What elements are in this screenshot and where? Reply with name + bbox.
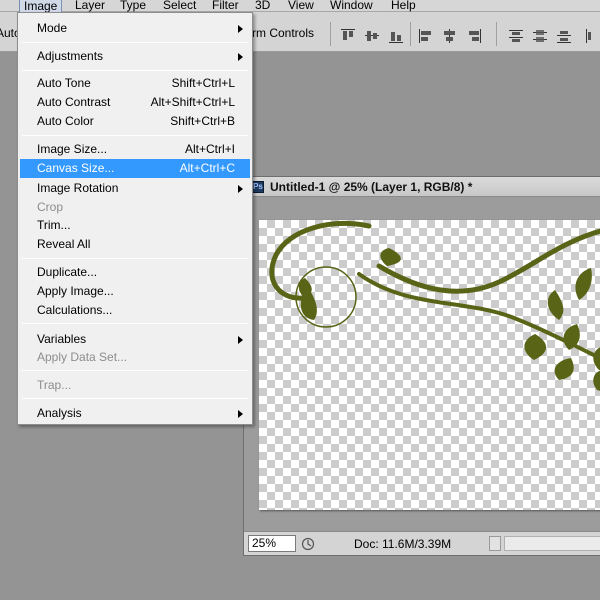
menu-item-image-size[interactable]: Image Size... Alt+Ctrl+I	[20, 140, 250, 159]
align-horizontal-centers-icon[interactable]	[442, 28, 458, 44]
menu-item-label: Auto Color	[37, 114, 94, 128]
menu-item-label: Apply Data Set...	[37, 350, 128, 364]
document-status-bar: 25% Doc: 11.6M/3.39M	[244, 531, 600, 555]
align-right-edges-icon[interactable]	[466, 28, 482, 44]
menu-item-label: Apply Image...	[37, 284, 114, 298]
status-menu-arrow-icon[interactable]	[489, 536, 501, 551]
leaf-shapes	[298, 248, 600, 391]
menu-item-label: Auto Tone	[37, 76, 91, 90]
options-separator	[410, 22, 411, 46]
options-separator	[330, 22, 331, 46]
menu-item-auto-contrast[interactable]: Auto Contrast Alt+Shift+Ctrl+L	[20, 93, 250, 112]
menu-item-image-rotation[interactable]: Image Rotation	[20, 179, 250, 198]
menu-item-shortcut: Alt+Ctrl+C	[179, 161, 235, 175]
align-left-edges-icon[interactable]	[418, 28, 434, 44]
menu-item-canvas-size[interactable]: Canvas Size... Alt+Ctrl+C	[20, 159, 250, 178]
menu-bar: Image Layer Type Select Filter 3D View W…	[0, 0, 600, 13]
menu-separator	[22, 398, 248, 399]
submenu-arrow-icon	[238, 410, 243, 418]
menu-separator	[22, 258, 248, 259]
menu-item-apply-data-set: Apply Data Set...	[20, 348, 250, 367]
menu-item-duplicate[interactable]: Duplicate...	[20, 263, 250, 282]
submenu-arrow-icon	[238, 25, 243, 33]
menu-item-analysis[interactable]: Analysis	[20, 404, 250, 423]
menu-item-trap: Trap...	[20, 376, 250, 395]
menu-separator	[22, 323, 248, 324]
menu-item-shortcut: Shift+Ctrl+B	[170, 114, 235, 128]
menu-item-crop: Crop	[20, 198, 250, 217]
menu-item-label: Reveal All	[37, 237, 91, 251]
menu-item-auto-color[interactable]: Auto Color Shift+Ctrl+B	[20, 112, 250, 131]
menu-item-variables[interactable]: Variables	[20, 330, 250, 349]
menu-item-label: Calculations...	[37, 303, 113, 317]
menu-item-trim[interactable]: Trim...	[20, 216, 250, 235]
menu-item-label: Auto Contrast	[37, 95, 111, 109]
horizontal-scrollbar[interactable]	[504, 536, 600, 551]
document-size-readout: Doc: 11.6M/3.39M	[354, 537, 452, 551]
menu-item-auto-tone[interactable]: Auto Tone Shift+Ctrl+L	[20, 74, 250, 93]
distribute-left-edges-icon[interactable]	[584, 28, 600, 44]
menu-separator	[22, 70, 248, 71]
show-transform-controls-label[interactable]: rm Controls	[252, 26, 314, 40]
menu-item-label: Adjustments	[37, 49, 104, 63]
menu-item-label: Mode	[37, 21, 68, 35]
menu-item-adjustments[interactable]: Adjustments	[20, 47, 250, 66]
document-window: Ps Untitled-1 @ 25% (Layer 1, RGB/8) * 2…	[243, 176, 600, 556]
status-info-icon[interactable]	[301, 537, 315, 551]
menu-item-shortcut: Alt+Ctrl+I	[184, 142, 235, 156]
submenu-arrow-icon	[238, 185, 243, 193]
menu-item-label: Duplicate...	[37, 265, 98, 279]
menu-separator	[22, 370, 248, 371]
menu-item-label: Image Rotation	[37, 181, 119, 195]
swirl-vine-graphic	[269, 221, 600, 361]
distribute-top-edges-icon[interactable]	[508, 28, 524, 44]
menu-item-label: Analysis	[37, 406, 82, 420]
menu-item-label: Trim...	[37, 218, 71, 232]
zoom-level-field[interactable]: 25%	[248, 535, 296, 552]
menu-item-label: Variables	[37, 332, 87, 346]
document-canvas[interactable]	[259, 220, 600, 510]
align-vertical-centers-icon[interactable]	[364, 28, 380, 44]
submenu-arrow-icon	[238, 336, 243, 344]
image-menu-dropdown: Mode Adjustments Auto Tone Shift+Ctrl+L …	[17, 12, 253, 425]
photoshop-document-icon: Ps	[252, 181, 264, 193]
menu-item-apply-image[interactable]: Apply Image...	[20, 282, 250, 301]
menu-separator	[22, 135, 248, 136]
menu-item-label: Trap...	[37, 378, 72, 392]
menu-item-reveal-all[interactable]: Reveal All	[20, 235, 250, 254]
menu-item-mode[interactable]: Mode	[20, 19, 250, 38]
align-bottom-edges-icon[interactable]	[388, 28, 404, 44]
swirl-artwork	[269, 221, 600, 391]
menu-item-shortcut: Shift+Ctrl+L	[171, 76, 235, 90]
menu-item-label: Image Size...	[37, 142, 108, 156]
menu-item-calculations[interactable]: Calculations...	[20, 301, 250, 320]
options-separator	[496, 22, 497, 46]
menu-item-shortcut: Alt+Shift+Ctrl+L	[150, 95, 235, 109]
document-tab[interactable]: Ps Untitled-1 @ 25% (Layer 1, RGB/8) *	[244, 177, 600, 197]
menu-item-label: Canvas Size...	[37, 161, 115, 175]
submenu-arrow-icon	[238, 53, 243, 61]
distribute-vertical-centers-icon[interactable]	[532, 28, 548, 44]
menu-item-label: Crop	[37, 200, 64, 214]
distribute-bottom-edges-icon[interactable]	[556, 28, 572, 44]
document-title: Untitled-1 @ 25% (Layer 1, RGB/8) *	[270, 180, 473, 194]
align-top-edges-icon[interactable]	[340, 28, 356, 44]
menu-separator	[22, 42, 248, 43]
